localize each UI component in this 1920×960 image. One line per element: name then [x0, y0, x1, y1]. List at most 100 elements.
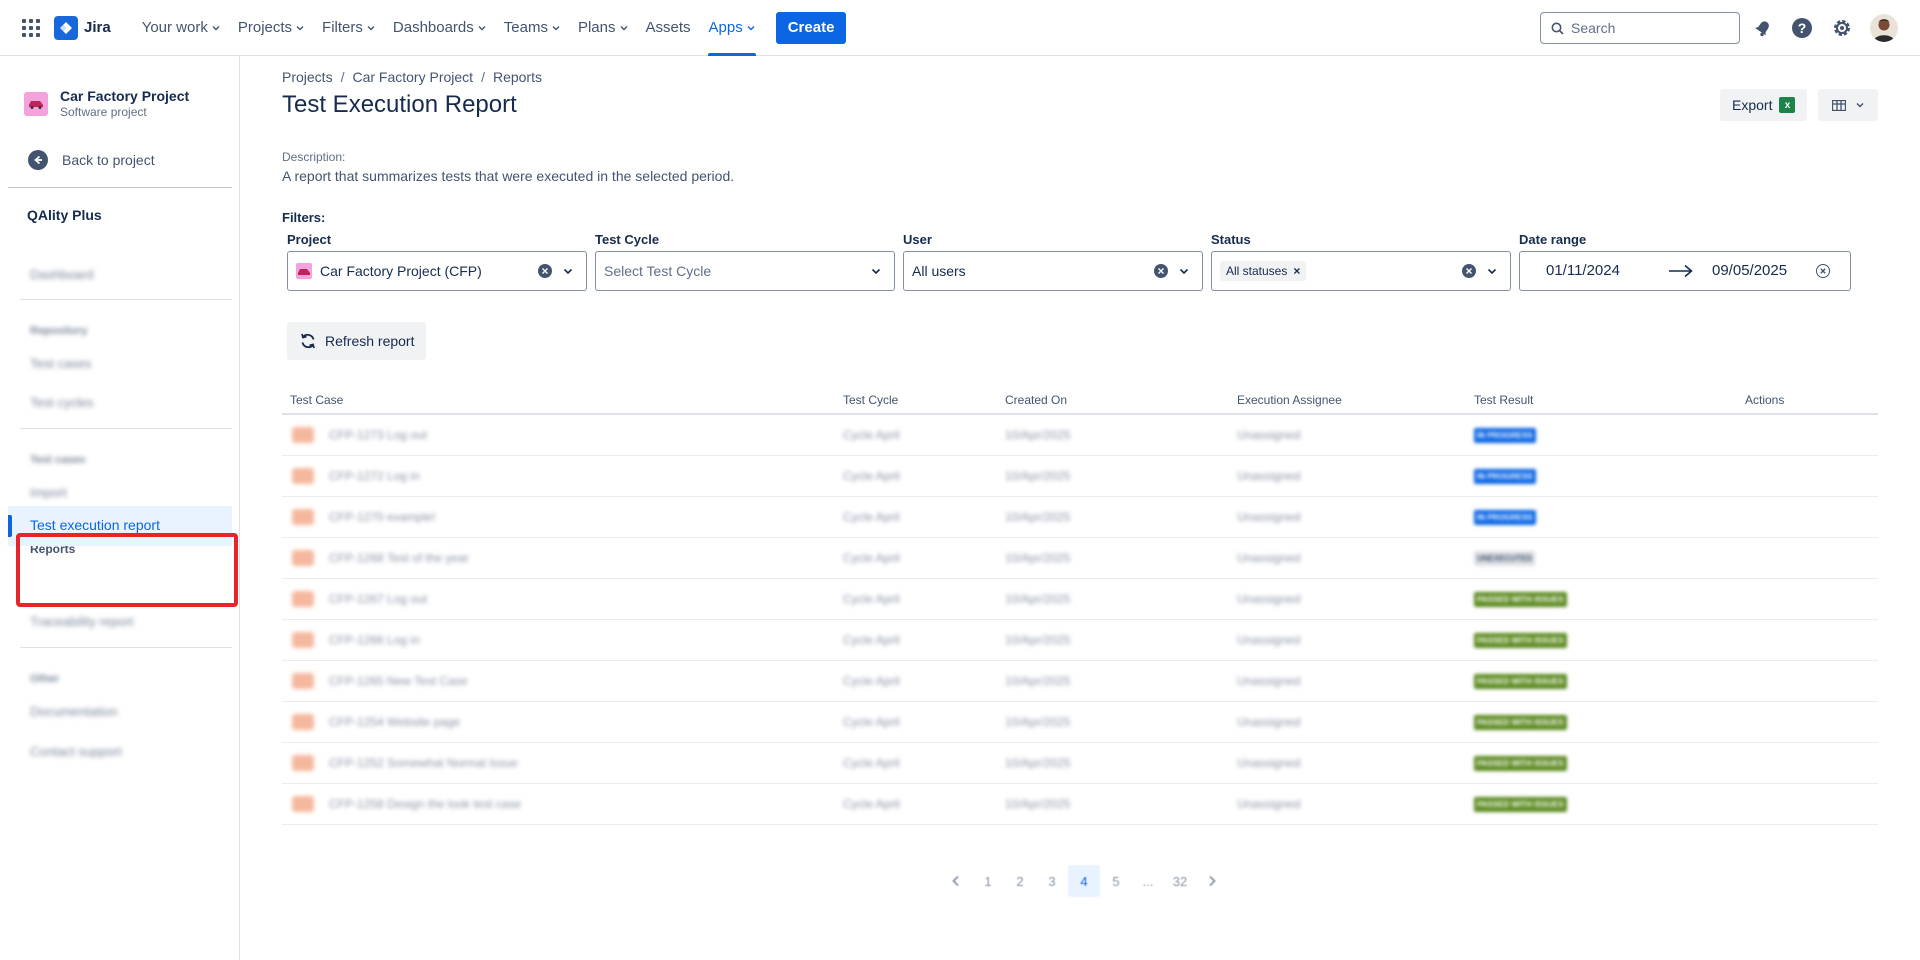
search-input[interactable]: Search — [1540, 12, 1740, 44]
chevron-down-icon[interactable] — [1486, 265, 1498, 277]
test-case-key[interactable]: CFP-1270 example! — [329, 510, 436, 524]
page-button[interactable]: 32 — [1164, 865, 1196, 897]
remove-tag-icon[interactable]: × — [1293, 264, 1300, 278]
chevron-left-icon[interactable] — [940, 865, 972, 897]
column-header-test-case[interactable]: Test Case — [290, 393, 343, 407]
status-select[interactable]: All statuses × — [1211, 251, 1511, 291]
nav-plans[interactable]: Plans — [569, 0, 637, 56]
chevron-right-icon[interactable] — [1196, 865, 1228, 897]
column-header-created-on[interactable]: Created On — [1005, 393, 1067, 407]
column-header-test-cycle[interactable]: Test Cycle — [843, 393, 898, 407]
back-to-project-link[interactable]: Back to project — [28, 150, 155, 170]
test-case-name: Somewhat Normal Issue — [387, 756, 518, 770]
export-button[interactable]: Export x — [1720, 89, 1808, 121]
test-result-badge: PASSED WITH ISSUES — [1474, 674, 1567, 689]
chevron-down-icon — [367, 25, 375, 30]
date-range-picker[interactable]: 01/11/2024 09/05/2025 — [1519, 251, 1851, 291]
test-case-key[interactable]: CFP-1252 Somewhat Normal Issue — [329, 756, 518, 770]
column-header-test-result[interactable]: Test Result — [1474, 393, 1533, 407]
sidebar-item-import[interactable]: Import — [30, 485, 67, 500]
notifications-icon[interactable] — [1751, 16, 1775, 40]
test-case-key[interactable]: CFP-1268 Test of the year — [329, 551, 469, 565]
table-row[interactable]: CFP-1266 Log in Cycle April 10/Apr/2025 Una… — [282, 620, 1878, 661]
test-case-icon — [292, 714, 314, 730]
clear-icon[interactable] — [1154, 264, 1168, 278]
table-row[interactable]: CFP-1252 Somewhat Normal Issue Cycle Apri… — [282, 743, 1878, 784]
nav-your-work[interactable]: Your work — [133, 0, 229, 56]
column-header-execution-assignee[interactable]: Execution Assignee — [1237, 393, 1342, 407]
page-button[interactable]: 4 — [1068, 865, 1100, 897]
table-row[interactable]: CFP-1265 New Test Case Cycle April 10/Apr/… — [282, 661, 1878, 702]
table-row[interactable]: CFP-1273 Log out Cycle April 10/Apr/2025 Un… — [282, 415, 1878, 456]
help-icon[interactable]: ? — [1790, 16, 1814, 40]
page-button[interactable]: 3 — [1036, 865, 1068, 897]
test-result-badge: PASSED WITH ISSUES — [1474, 715, 1567, 730]
sidebar-item-test-cases[interactable]: Test cases — [30, 356, 91, 371]
refresh-report-button[interactable]: Refresh report — [287, 322, 427, 360]
nav-assets[interactable]: Assets — [637, 0, 700, 56]
test-cycle-select[interactable]: Select Test Cycle — [595, 251, 895, 291]
table-row[interactable]: CFP-1270 example! Cycle April 10/Apr/2025 U… — [282, 497, 1878, 538]
date-to[interactable]: 09/05/2025 — [1712, 262, 1787, 279]
assignee-cell: Unassigned — [1237, 510, 1301, 524]
sidebar-section-repository: Repository — [30, 325, 88, 337]
sidebar-item-traceability-report[interactable]: Traceability report — [30, 614, 134, 629]
project-header[interactable]: Car Factory Project Software project — [24, 88, 189, 120]
chevron-down-icon[interactable] — [870, 265, 882, 277]
settings-icon[interactable] — [1830, 16, 1854, 40]
sidebar-item-dashboard[interactable]: Dashboard — [30, 267, 94, 282]
table-row[interactable]: CFP-1272 Log in Cycle April 10/Apr/2025 Una… — [282, 456, 1878, 497]
test-case-key-text: CFP-1268 — [329, 551, 384, 565]
chevron-down-icon — [747, 25, 755, 30]
table-row[interactable]: CFP-1267 Log out Cycle April 10/Apr/2025 Un… — [282, 579, 1878, 620]
chevron-down-icon[interactable] — [1178, 265, 1190, 277]
table-view-button[interactable] — [1818, 89, 1878, 121]
table-row[interactable]: CFP-1254 Website page Cycle April 10/Apr/2… — [282, 702, 1878, 743]
test-case-key[interactable]: CFP-1258 Design the look test case — [329, 797, 521, 811]
page-button[interactable]: 2 — [1004, 865, 1036, 897]
breadcrumb-reports[interactable]: Reports — [493, 69, 542, 85]
test-case-key[interactable]: CFP-1267 Log out — [329, 592, 427, 606]
test-result-badge: IN PROGRESS — [1474, 469, 1536, 484]
assignee-cell: Unassigned — [1237, 756, 1301, 770]
project-select[interactable]: Car Factory Project (CFP) — [287, 251, 587, 291]
test-cycle-cell: Cycle April — [843, 797, 900, 811]
table-row[interactable]: CFP-1268 Test of the year Cycle April 10/A… — [282, 538, 1878, 579]
test-case-icon — [292, 755, 314, 771]
clear-icon[interactable] — [538, 264, 552, 278]
test-case-icon — [292, 427, 314, 443]
sidebar-item-contact-support[interactable]: Contact support — [30, 744, 122, 759]
user-select[interactable]: All users — [903, 251, 1203, 291]
chevron-down-icon[interactable] — [562, 265, 574, 277]
nav-projects[interactable]: Projects — [229, 0, 313, 56]
test-case-key[interactable]: CFP-1272 Log in — [329, 469, 420, 483]
nav-dashboards[interactable]: Dashboards — [384, 0, 495, 56]
avatar[interactable] — [1870, 14, 1898, 42]
breadcrumb-projects[interactable]: Projects — [282, 69, 333, 85]
page-button[interactable]: 5 — [1100, 865, 1132, 897]
table-row[interactable]: CFP-1258 Design the look test case Cycle … — [282, 784, 1878, 825]
test-result-badge: IN PROGRESS — [1474, 510, 1536, 525]
test-case-key-text: CFP-1273 — [329, 428, 384, 442]
breadcrumb-project[interactable]: Car Factory Project — [352, 69, 473, 85]
test-case-key[interactable]: CFP-1254 Website page — [329, 715, 460, 729]
jira-logo[interactable]: Jira — [54, 15, 111, 40]
app-switcher-icon[interactable] — [20, 17, 42, 39]
page-button[interactable]: 1 — [972, 865, 1004, 897]
clear-date-icon[interactable] — [1816, 264, 1830, 278]
create-button[interactable]: Create — [775, 11, 847, 44]
test-case-name: Log in — [387, 469, 420, 483]
clear-icon[interactable] — [1462, 264, 1476, 278]
nav-apps[interactable]: Apps — [700, 0, 764, 56]
svg-text:?: ? — [1798, 20, 1807, 36]
date-from[interactable]: 01/11/2024 — [1546, 262, 1620, 279]
chevron-down-icon — [296, 25, 304, 30]
sidebar-item-test-cycles[interactable]: Test cycles — [30, 395, 94, 410]
sidebar-item-documentation[interactable]: Documentation — [30, 704, 117, 719]
breadcrumb-separator: / — [481, 69, 485, 85]
test-case-key[interactable]: CFP-1266 Log in — [329, 633, 420, 647]
nav-filters[interactable]: Filters — [313, 0, 384, 56]
test-case-key[interactable]: CFP-1265 New Test Case — [329, 674, 468, 688]
nav-teams[interactable]: Teams — [495, 0, 569, 56]
test-case-key[interactable]: CFP-1273 Log out — [329, 428, 427, 442]
